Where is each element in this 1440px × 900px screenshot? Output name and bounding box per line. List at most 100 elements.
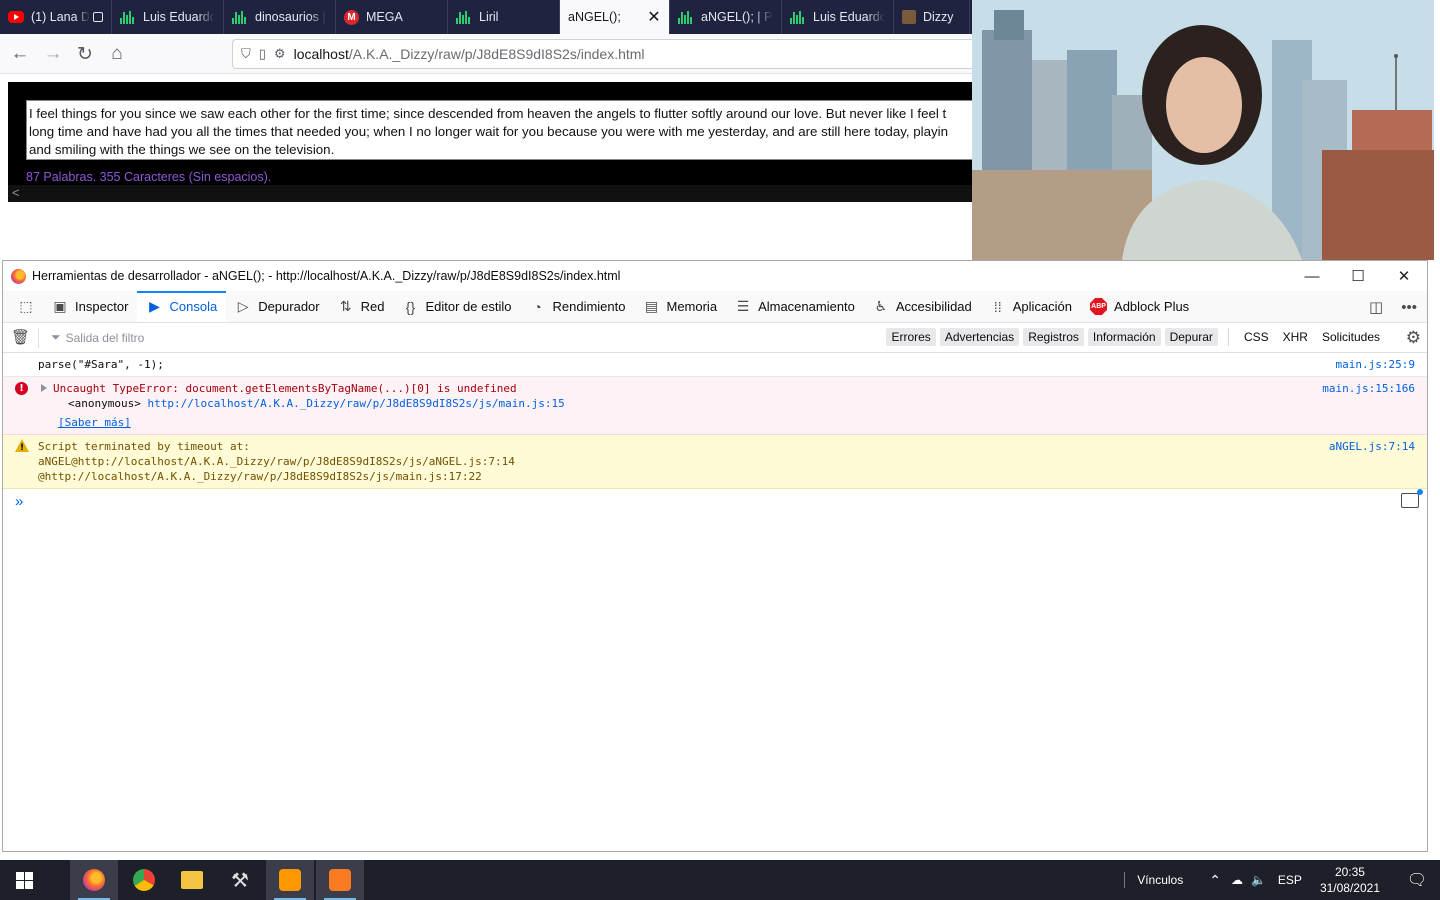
taskbar-firefox[interactable] [70,860,118,900]
filter-debug-button[interactable]: Depurar [1164,328,1218,346]
scroll-left-icon[interactable]: < [12,185,20,200]
links-toolbar[interactable]: Vínculos [1137,873,1183,887]
filter-input[interactable]: ⏷ Salida del filtro [51,330,144,345]
tab-performance[interactable]: ◔ Rendimiento [520,291,634,322]
tab-adblock-plus[interactable]: ABP Adblock Plus [1081,291,1198,322]
tab-dinosaurios[interactable]: dinosaurios | [224,0,336,34]
network-icon[interactable]: ☁ [1231,873,1243,887]
tab-label: Liril [479,10,499,24]
expand-arrow-icon[interactable] [41,384,47,392]
filter-logs-button[interactable]: Registros [1023,328,1084,346]
taskbar-sublime-text[interactable] [266,860,314,900]
taskbar-file-explorer[interactable] [168,860,216,900]
storage-icon: ☰ [736,298,750,314]
tab-angel-pr[interactable]: aNGEL(); | Pr [670,0,782,34]
tab-luis-eduardo[interactable]: Luis Eduardo [112,0,224,34]
application-icon: ⁞⁞ [993,298,1002,315]
tab-inspector[interactable]: ▣ Inspector [43,291,137,322]
tab-application[interactable]: ⁞⁞ Aplicación [981,291,1081,322]
url-bar[interactable]: ⛉ ▯ ⚙ localhost/A.K.A._Dizzy/raw/p/J8dE8… [232,39,977,69]
bars-icon [120,10,136,24]
console-prompt[interactable]: » [15,493,23,510]
source-link[interactable]: main.js:25:9 [1336,357,1415,372]
bars-icon [678,10,694,24]
tab-dizzy[interactable]: Dizzy [894,0,970,34]
console-error-row: ! Uncaught TypeError: document.getElemen… [3,377,1427,435]
tab-luis-eduardo-2[interactable]: Luis Eduardo [782,0,894,34]
tab-memory[interactable]: ▤ Memoria [634,291,726,322]
tab-accessibility[interactable]: ♿ Accesibilidad [864,291,981,322]
tab-label: Luis Eduardo [813,10,885,24]
url-text: localhost/A.K.A._Dizzy/raw/p/J8dE8S9dI8S… [293,46,645,62]
filter-info-button[interactable]: Información [1087,328,1161,346]
text-box[interactable]: I feel things for you since we saw each … [26,100,986,160]
filter-xhr-button[interactable]: XHR [1278,328,1313,346]
notifications-icon[interactable]: 🗨 [1394,870,1440,890]
picture-in-picture-video[interactable] [972,0,1434,260]
shield-icon[interactable]: ⛉ [241,46,251,62]
chevron-up-icon[interactable]: ⌃ [1209,872,1221,889]
tab-label: aNGEL(); [568,10,621,24]
picture-in-picture-icon[interactable] [93,12,103,22]
tab-youtube[interactable]: (1) Lana D [0,0,112,34]
filter-css-button[interactable]: CSS [1239,328,1274,346]
youtube-icon [8,11,24,23]
style-editor-icon: {} [405,298,416,315]
back-arrow-icon[interactable]: ← [6,40,34,68]
page-icon[interactable]: ▯ [259,46,266,62]
reload-icon[interactable]: ↻ [71,40,99,68]
funnel-icon: ⏷ [51,330,61,344]
tab-label: MEGA [366,10,403,24]
windows-icon [15,871,33,889]
close-window-button[interactable]: ✕ [1381,261,1427,291]
learn-more-link[interactable]: [Saber más] [38,416,131,429]
element-picker-icon: ⬚ [19,298,33,314]
network-icon: ⇅ [339,298,352,314]
filter-errors-button[interactable]: Errores [886,328,936,346]
taskbar-tool[interactable]: ⚒ [216,860,264,900]
memory-icon: ▤ [644,298,659,314]
clock[interactable]: 20:35 31/08/2021 [1306,864,1394,896]
filter-requests-button[interactable]: Solicitudes [1317,328,1385,346]
sublime-text-icon [279,869,301,891]
firefox-icon [11,268,26,284]
source-link[interactable]: aNGEL.js:7:14 [1329,439,1415,454]
tab-mega[interactable]: M MEGA [336,0,448,34]
tab-angel-active[interactable]: aNGEL(); ✕ [560,0,670,34]
close-tab-icon[interactable]: ✕ [647,7,661,27]
word-count: 87 Palabras. 355 Caracteres (Sin espacio… [26,170,272,184]
more-options-icon[interactable]: ••• [1401,299,1417,316]
source-link[interactable]: main.js:15:166 [1322,381,1415,396]
permissions-icon[interactable]: ⚙ [274,46,286,62]
taskbar-chrome[interactable] [120,860,168,900]
bars-icon [232,10,248,24]
frame-link[interactable]: http://localhost/A.K.A._Dizzy/raw/p/J8dE… [147,397,564,410]
tab-label: (1) Lana D [31,10,90,24]
trash-icon[interactable]: 🗑 [3,327,39,348]
home-icon[interactable]: ⌂ [103,40,131,68]
maximize-button[interactable]: ☐ [1335,261,1381,291]
tab-console[interactable]: ▶ Consola [137,291,227,322]
dock-icon[interactable]: ◫ [1369,298,1383,316]
devtools-title-bar: Herramientas de desarrollador - aNGEL();… [3,261,1427,291]
editor-mode-icon[interactable] [1401,489,1423,508]
tab-label: Memoria [666,299,718,314]
language-indicator[interactable]: ESP [1278,873,1302,887]
filter-warnings-button[interactable]: Advertencias [939,328,1020,346]
start-button[interactable] [0,860,48,900]
tab-liril[interactable]: Liril [448,0,560,34]
gear-icon[interactable]: ⚙ [1406,328,1421,348]
text-line: long time and have had you all the times… [29,124,949,139]
element-picker-button[interactable]: ⬚ [9,291,43,322]
tab-debugger[interactable]: ▷ Depurador [226,291,328,322]
warning-line: aNGEL@http://localhost/A.K.A._Dizzy/raw/… [38,455,515,468]
tab-label: Consola [169,299,218,314]
minimize-button[interactable]: — [1289,261,1335,291]
tab-network[interactable]: ⇅ Red [329,291,394,322]
horizontal-scrollbar[interactable]: < [8,185,972,202]
taskbar-xampp[interactable] [316,860,364,900]
tab-style-editor[interactable]: {} Editor de estilo [393,291,520,322]
forward-arrow-icon[interactable]: → [39,40,67,68]
tab-storage[interactable]: ☰ Almacenamiento [726,291,864,322]
volume-icon[interactable]: 🔈 [1251,873,1266,887]
